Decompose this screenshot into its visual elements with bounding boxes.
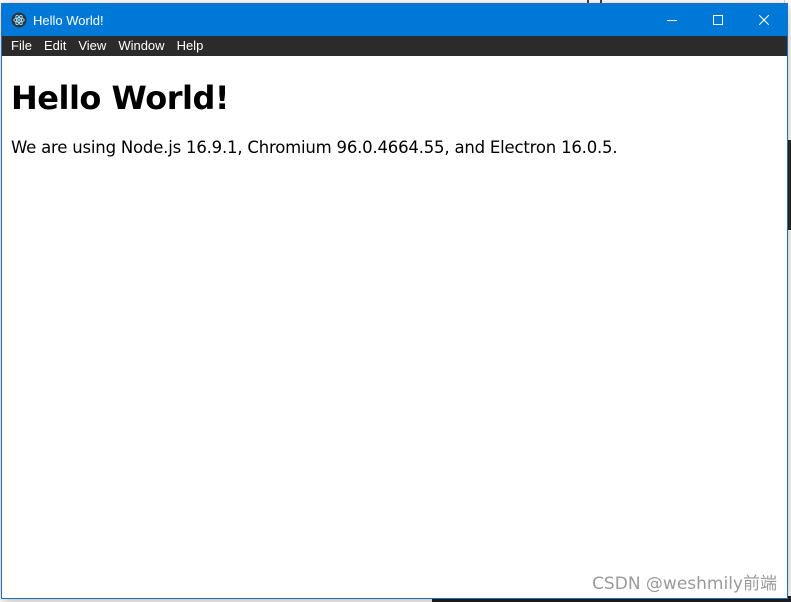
page-heading: Hello World! — [11, 79, 229, 117]
close-icon — [759, 15, 769, 25]
maximize-button[interactable] — [695, 4, 741, 36]
menu-item-edit[interactable]: Edit — [38, 36, 72, 56]
menu-item-help[interactable]: Help — [171, 36, 210, 56]
chromium-prefix: , Chromium — [237, 138, 337, 157]
menu-item-window[interactable]: Window — [112, 36, 170, 56]
menu-item-file[interactable]: File — [5, 36, 38, 56]
versions-prefix: We are using Node.js — [11, 138, 187, 157]
menu-item-view[interactable]: View — [72, 36, 112, 56]
caption-buttons — [649, 4, 787, 36]
maximize-icon — [713, 15, 723, 25]
electron-prefix: , and Electron — [444, 138, 562, 157]
close-button[interactable] — [741, 4, 787, 36]
versions-suffix: . — [612, 138, 618, 157]
versions-paragraph: We are using Node.js 16.9.1, Chromium 96… — [11, 138, 778, 157]
minimize-icon — [667, 20, 677, 21]
title-bar[interactable]: Hello World! — [2, 4, 787, 36]
electron-version: 16.0.5 — [561, 138, 613, 157]
menu-bar: File Edit View Window Help — [2, 36, 787, 56]
chromium-version: 96.0.4664.55 — [336, 138, 445, 157]
watermark: CSDN @weshmily前端 — [592, 574, 777, 594]
node-version: 16.9.1 — [186, 138, 238, 157]
window-title: Hello World! — [33, 12, 104, 28]
page-content: Hello World! We are using Node.js 16.9.1… — [2, 79, 787, 157]
electron-atom-icon[interactable] — [11, 12, 27, 28]
minimize-button[interactable] — [649, 4, 695, 36]
app-window: Hello World! File Edit View Window Help … — [2, 4, 787, 598]
